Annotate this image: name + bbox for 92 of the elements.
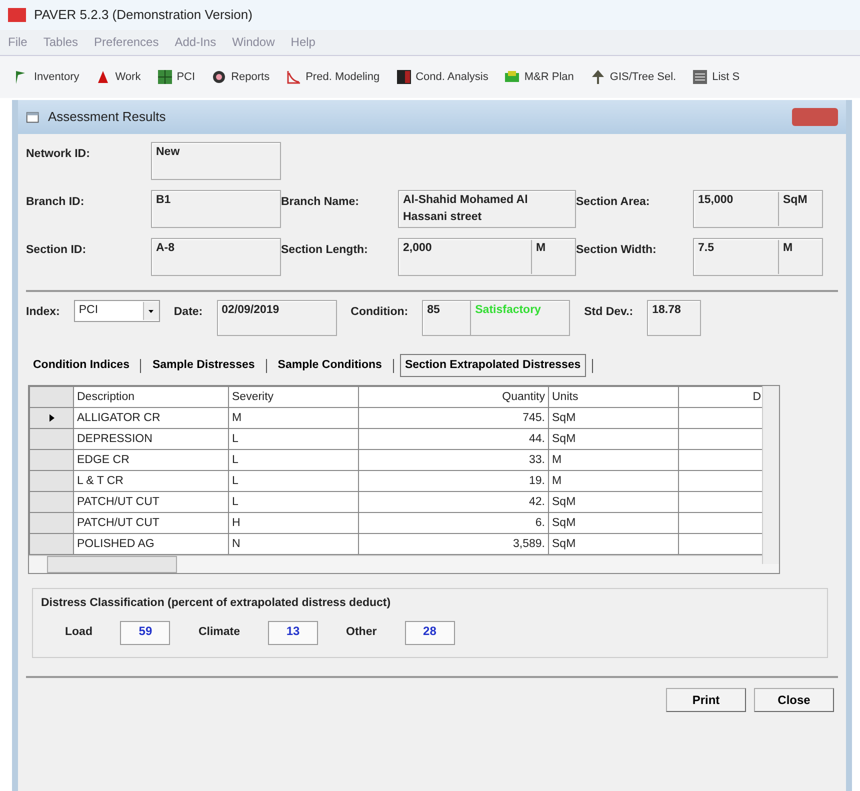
table-cell: SqM	[548, 492, 678, 513]
table-cell: SqM	[548, 408, 678, 429]
toolbar-button[interactable]: Cond. Analysis	[396, 68, 488, 86]
app-title: PAVER 5.2.3 (Demonstration Version)	[34, 6, 252, 24]
value-field: 2,000 M	[398, 238, 576, 276]
table-cell: L & T CR	[74, 470, 228, 492]
toolbar-button[interactable]: GIS/Tree Sel.	[590, 68, 676, 86]
dialog-title: Assessment Results	[48, 108, 166, 126]
column-header[interactable]: Severity	[228, 386, 358, 408]
app-logo-icon	[8, 8, 26, 22]
vertical-scrollbar[interactable]	[762, 386, 779, 564]
table-cell: M	[548, 450, 678, 471]
table-cell: ALLIGATOR CR	[74, 408, 228, 429]
value-field: 15,000 SqM	[693, 190, 823, 228]
value-field: 28	[404, 620, 455, 644]
table-cell: 44.	[358, 428, 548, 450]
tab[interactable]: Section Extrapolated Distresses	[400, 354, 586, 378]
value-field: Al-Shahid Mohamed Al Hassani street	[398, 190, 576, 228]
tab[interactable]: Sample Conditions	[272, 354, 387, 378]
group-title: Distress Classification (percent of extrapolated distress deduct)	[41, 596, 392, 612]
toolbar-button[interactable]: M&R Plan	[504, 68, 574, 86]
toolbar-button[interactable]: Work	[95, 68, 141, 86]
toolbar-button[interactable]: Pred. Modeling	[286, 68, 380, 86]
row-header[interactable]	[30, 470, 74, 492]
table-cell: PATCH/UT CUT	[74, 512, 228, 534]
value-field: 59	[120, 620, 170, 644]
field-label: Date:	[174, 305, 203, 320]
value-field: New	[151, 142, 281, 180]
caret-icon	[147, 307, 156, 315]
dialog-button[interactable]: Close	[754, 688, 834, 712]
field-label: Section Width:	[576, 243, 658, 258]
field-label: Branch Name:	[281, 195, 360, 210]
table-cell: 42.	[358, 492, 548, 513]
row-pointer-icon	[46, 412, 56, 423]
table-cell: H	[228, 512, 358, 534]
table-cell: 33.	[358, 450, 548, 471]
dialog-button[interactable]: Print	[666, 688, 746, 712]
row-header[interactable]	[30, 450, 74, 471]
condition-value: 85	[423, 301, 472, 335]
table-cell: SqM	[548, 512, 678, 534]
field-label: Load	[65, 624, 92, 640]
field-label: Std Dev.:	[584, 305, 634, 320]
tab[interactable]: Condition Indices	[28, 354, 134, 378]
row-header[interactable]	[30, 512, 74, 534]
value-field: 13	[268, 620, 318, 644]
panel-icon	[396, 69, 412, 85]
field-label: Network ID:	[26, 147, 91, 162]
row-header[interactable]	[30, 534, 74, 555]
tab[interactable]: Sample Distresses	[147, 354, 260, 378]
field-label: Section Length:	[281, 243, 369, 258]
field-label: Other	[346, 624, 377, 640]
field-label: Section Area:	[576, 195, 651, 210]
row-header[interactable]	[30, 428, 74, 450]
field-label: Branch ID:	[26, 195, 86, 210]
table-cell: M	[228, 408, 358, 429]
row-header[interactable]	[30, 492, 74, 513]
table-cell: DEPRESSION	[74, 428, 228, 450]
field-label: Condition:	[350, 305, 408, 320]
table-cell: L	[228, 492, 358, 513]
table-cell: L	[228, 450, 358, 471]
chart-icon	[286, 69, 302, 85]
table-cell: L	[228, 470, 358, 492]
table-cell: M	[548, 470, 678, 492]
horizontal-scrollbar[interactable]	[29, 555, 779, 574]
table-cell: 6.	[358, 512, 548, 534]
row-header[interactable]	[30, 408, 74, 429]
date-field: 02/09/2019	[216, 300, 337, 336]
column-header[interactable]: Units	[548, 386, 678, 408]
field-label: Climate	[198, 624, 240, 640]
toolbar-button[interactable]: Reports	[211, 68, 270, 86]
table-cell: L	[228, 428, 358, 450]
index-dropdown[interactable]: PCI	[74, 300, 160, 322]
table-cell: PATCH/UT CUT	[74, 492, 228, 513]
column-header[interactable]: Description	[74, 386, 228, 408]
std-dev-field: 18.78	[647, 300, 702, 336]
table-cell: 19.	[358, 470, 548, 492]
toolbar-button[interactable]: Inventory	[14, 68, 80, 86]
grid-icon	[156, 69, 173, 85]
value-field: A-8	[151, 238, 281, 276]
field-label: Index:	[26, 305, 60, 320]
field-label: Section ID:	[26, 243, 88, 258]
value-field: 7.5 M	[693, 238, 823, 276]
column-header[interactable]: Quantity	[358, 386, 548, 408]
table-cell: SqM	[548, 428, 678, 450]
table-cell: EDGE CR	[74, 450, 228, 471]
table-cell: 745.	[358, 408, 548, 429]
list-icon	[692, 69, 708, 85]
value-field: B1	[151, 190, 281, 228]
toolbar-button[interactable]: PCI	[156, 68, 196, 86]
condition-rating: Satisfactory	[474, 303, 542, 318]
toolbar-button[interactable]: List S	[692, 68, 740, 86]
window-icon	[26, 110, 40, 124]
